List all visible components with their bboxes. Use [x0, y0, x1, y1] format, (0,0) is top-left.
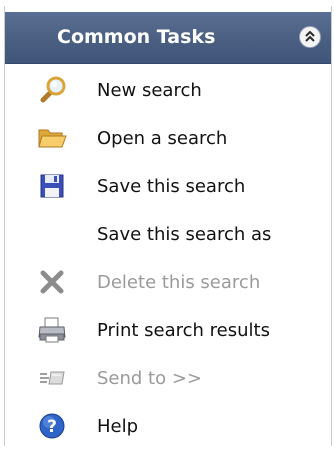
magnifier-icon — [35, 73, 69, 107]
task-label: Open a search — [97, 127, 228, 149]
task-label: New search — [97, 79, 202, 101]
task-help[interactable]: ? Help — [5, 402, 331, 450]
task-label: Save this search as — [97, 223, 272, 245]
delete-x-icon — [35, 265, 69, 299]
help-icon: ? — [35, 409, 69, 443]
task-label: Delete this search — [97, 271, 261, 293]
collapse-button[interactable] — [299, 26, 321, 48]
svg-text:?: ? — [47, 417, 57, 437]
task-label: Send to >> — [97, 367, 203, 389]
printer-icon — [35, 313, 69, 347]
task-list: New search Open a search Save this searc… — [5, 66, 331, 450]
floppy-disk-icon — [35, 169, 69, 203]
common-tasks-panel: Common Tasks New search Open a search Sa… — [4, 6, 332, 446]
task-label: Print search results — [97, 319, 270, 341]
task-send-to[interactable]: Send to >> — [5, 354, 331, 402]
panel-header[interactable]: Common Tasks — [5, 12, 331, 64]
task-save-search[interactable]: Save this search — [5, 162, 331, 210]
task-print-results[interactable]: Print search results — [5, 306, 331, 354]
double-chevron-up-icon — [305, 30, 315, 42]
task-label: Save this search — [97, 175, 246, 197]
task-new-search[interactable]: New search — [5, 66, 331, 114]
task-label: Help — [97, 415, 139, 437]
folder-open-icon — [35, 121, 69, 155]
task-save-search-as[interactable]: Save this search as — [5, 210, 331, 258]
panel-title: Common Tasks — [57, 26, 216, 48]
send-icon — [35, 361, 69, 395]
task-delete-search[interactable]: Delete this search — [5, 258, 331, 306]
task-open-search[interactable]: Open a search — [5, 114, 331, 162]
